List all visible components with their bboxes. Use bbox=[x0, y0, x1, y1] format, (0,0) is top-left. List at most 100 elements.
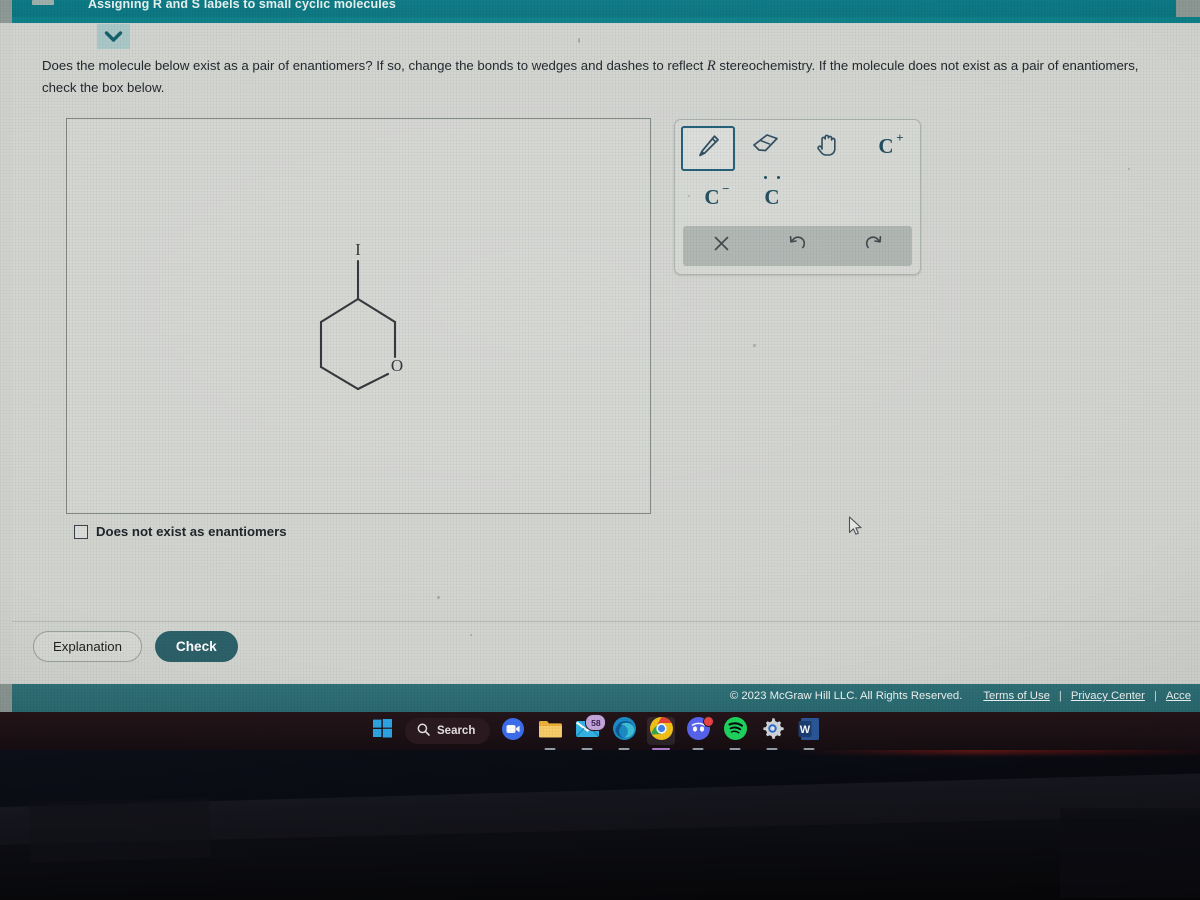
chevron-down-icon bbox=[104, 30, 123, 43]
pan-hand-tool[interactable] bbox=[802, 126, 852, 167]
taskbar-running-indicator bbox=[544, 747, 556, 750]
browser-viewport: Assigning R and S labels to small cyclic… bbox=[0, 0, 1200, 750]
desk-shadow-right bbox=[1060, 808, 1200, 898]
copyright-text: © 2023 McGraw Hill LLC. All Rights Reser… bbox=[729, 690, 963, 702]
svg-text:W: W bbox=[800, 723, 811, 735]
taskbar-app-spotify[interactable] bbox=[721, 716, 749, 750]
hand-icon bbox=[813, 130, 841, 163]
window-left-edge bbox=[0, 0, 12, 17]
taskbar-items: Search 58 W bbox=[368, 712, 823, 750]
taskbar-app-discord[interactable] bbox=[684, 716, 715, 750]
start-button[interactable] bbox=[368, 717, 396, 745]
privacy-center-link[interactable]: Privacy Center bbox=[1071, 690, 1145, 702]
desk-shadow-left bbox=[29, 797, 211, 863]
question-prompt: Does the molecule below exist as a pair … bbox=[42, 55, 1167, 98]
prompt-part-1: Does the molecule below exist as a pair … bbox=[42, 58, 707, 73]
undo-arrow-icon bbox=[788, 234, 807, 258]
no-enantiomers-label: Does not exist as enantiomers bbox=[96, 524, 287, 539]
taskbar-app-chrome[interactable] bbox=[647, 716, 676, 750]
dust-speck bbox=[437, 596, 440, 599]
redo-button[interactable] bbox=[836, 226, 912, 266]
dust-speck bbox=[753, 344, 756, 347]
photo-of-laptop-screen: Assigning R and S labels to small cyclic… bbox=[0, 0, 1200, 900]
lone-pair-carbon-letter: C bbox=[764, 185, 780, 209]
carbanion-charge: − bbox=[722, 181, 730, 196]
footer-separator-2: | bbox=[1153, 690, 1157, 702]
discord-notification-badge bbox=[703, 716, 715, 727]
mouse-cursor bbox=[848, 516, 863, 541]
taskbar-app-edge[interactable] bbox=[610, 716, 638, 750]
action-button-row: Explanation Check bbox=[33, 631, 238, 662]
no-enantiomers-checkbox-row[interactable]: Does not exist as enantiomers bbox=[74, 524, 287, 539]
footer-left-edge bbox=[0, 684, 12, 712]
tool-grid: C + C − C bbox=[675, 120, 920, 226]
carbocation-letter: C bbox=[878, 134, 894, 158]
window-right-edge bbox=[1176, 0, 1200, 17]
taskbar-search-box[interactable]: Search bbox=[405, 718, 491, 744]
clear-canvas-button[interactable] bbox=[683, 226, 759, 266]
undo-button[interactable] bbox=[759, 226, 835, 266]
oxygen-atom-label: O bbox=[391, 356, 403, 375]
close-x-icon bbox=[713, 235, 730, 257]
dust-speck bbox=[1128, 168, 1130, 170]
iodine-atom-label: I bbox=[355, 240, 361, 259]
lone-pair-carbon-tool[interactable]: C bbox=[747, 176, 797, 218]
drawing-toolbar: C + C − C bbox=[674, 119, 921, 275]
no-enantiomers-checkbox[interactable] bbox=[74, 524, 88, 539]
taskbar-running-indicator bbox=[692, 747, 704, 750]
edge-icon bbox=[612, 716, 637, 746]
molecule-drawing-canvas[interactable]: I O bbox=[66, 118, 651, 514]
lone-pair-carbon-glyph: C bbox=[763, 176, 780, 210]
pencil-icon bbox=[694, 132, 722, 165]
explanation-button[interactable]: Explanation bbox=[33, 631, 142, 662]
title-bar-underline-left-edge bbox=[0, 17, 12, 23]
taskbar-running-indicator bbox=[729, 747, 741, 750]
eraser-tool[interactable] bbox=[741, 126, 791, 167]
canvas-surface[interactable]: I O bbox=[67, 119, 650, 513]
chrome-icon bbox=[649, 716, 674, 746]
carbocation-glyph: C + bbox=[878, 130, 903, 159]
search-icon bbox=[417, 723, 430, 739]
taskbar-app-mail[interactable]: 58 bbox=[573, 714, 607, 750]
spotify-icon bbox=[723, 716, 748, 746]
carbocation-tool[interactable]: C + bbox=[861, 126, 911, 167]
window-title-bar: Assigning R and S labels to small cyclic… bbox=[0, 0, 1200, 17]
check-button[interactable]: Check bbox=[154, 631, 238, 662]
accessibility-link[interactable]: Acce bbox=[1166, 690, 1191, 702]
carbanion-letter: C bbox=[704, 185, 720, 209]
taskbar-running-indicator bbox=[581, 747, 593, 750]
taskbar-app-settings[interactable] bbox=[758, 716, 786, 750]
gear-icon bbox=[760, 716, 785, 746]
taskbar-app-file-explorer[interactable] bbox=[536, 717, 564, 750]
minimize-dash-icon[interactable] bbox=[32, 0, 54, 5]
lone-pair-dots-icon bbox=[763, 176, 780, 179]
dust-speck bbox=[688, 195, 690, 197]
carbanion-tool[interactable]: C − bbox=[687, 177, 737, 218]
taskbar-search-label: Search bbox=[437, 725, 476, 737]
taskbar-running-indicator bbox=[766, 747, 778, 750]
footer-separator-1: | bbox=[1058, 690, 1062, 702]
folder-icon bbox=[538, 718, 563, 745]
terms-of-use-link[interactable]: Terms of Use bbox=[983, 690, 1050, 702]
dust-speck bbox=[470, 634, 472, 636]
carbocation-charge: + bbox=[896, 130, 904, 145]
taskbar-app-word[interactable]: W bbox=[795, 717, 823, 750]
collapse-panel-button[interactable] bbox=[97, 24, 130, 49]
footer-content: © 2023 McGraw Hill LLC. All Rights Reser… bbox=[730, 690, 1200, 702]
taskbar-running-indicator bbox=[618, 747, 630, 750]
mail-unread-badge: 58 bbox=[585, 714, 607, 731]
taskbar-active-indicator bbox=[652, 747, 671, 750]
toolbar-action-row bbox=[683, 226, 912, 266]
taskbar-app-zoom[interactable] bbox=[499, 717, 527, 745]
action-row-divider bbox=[12, 621, 1200, 622]
eraser-icon bbox=[750, 131, 782, 162]
stereo-descriptor-label: R bbox=[706, 58, 716, 74]
window-title: Assigning R and S labels to small cyclic… bbox=[88, 0, 396, 11]
zoom-app-icon bbox=[501, 717, 525, 746]
dust-speck bbox=[578, 38, 580, 43]
carbanion-glyph: C − bbox=[704, 181, 729, 210]
pencil-tool[interactable] bbox=[681, 126, 735, 171]
molecule-structure: I O bbox=[319, 240, 403, 391]
word-icon: W bbox=[798, 717, 820, 746]
title-bar-underline bbox=[0, 17, 1200, 23]
